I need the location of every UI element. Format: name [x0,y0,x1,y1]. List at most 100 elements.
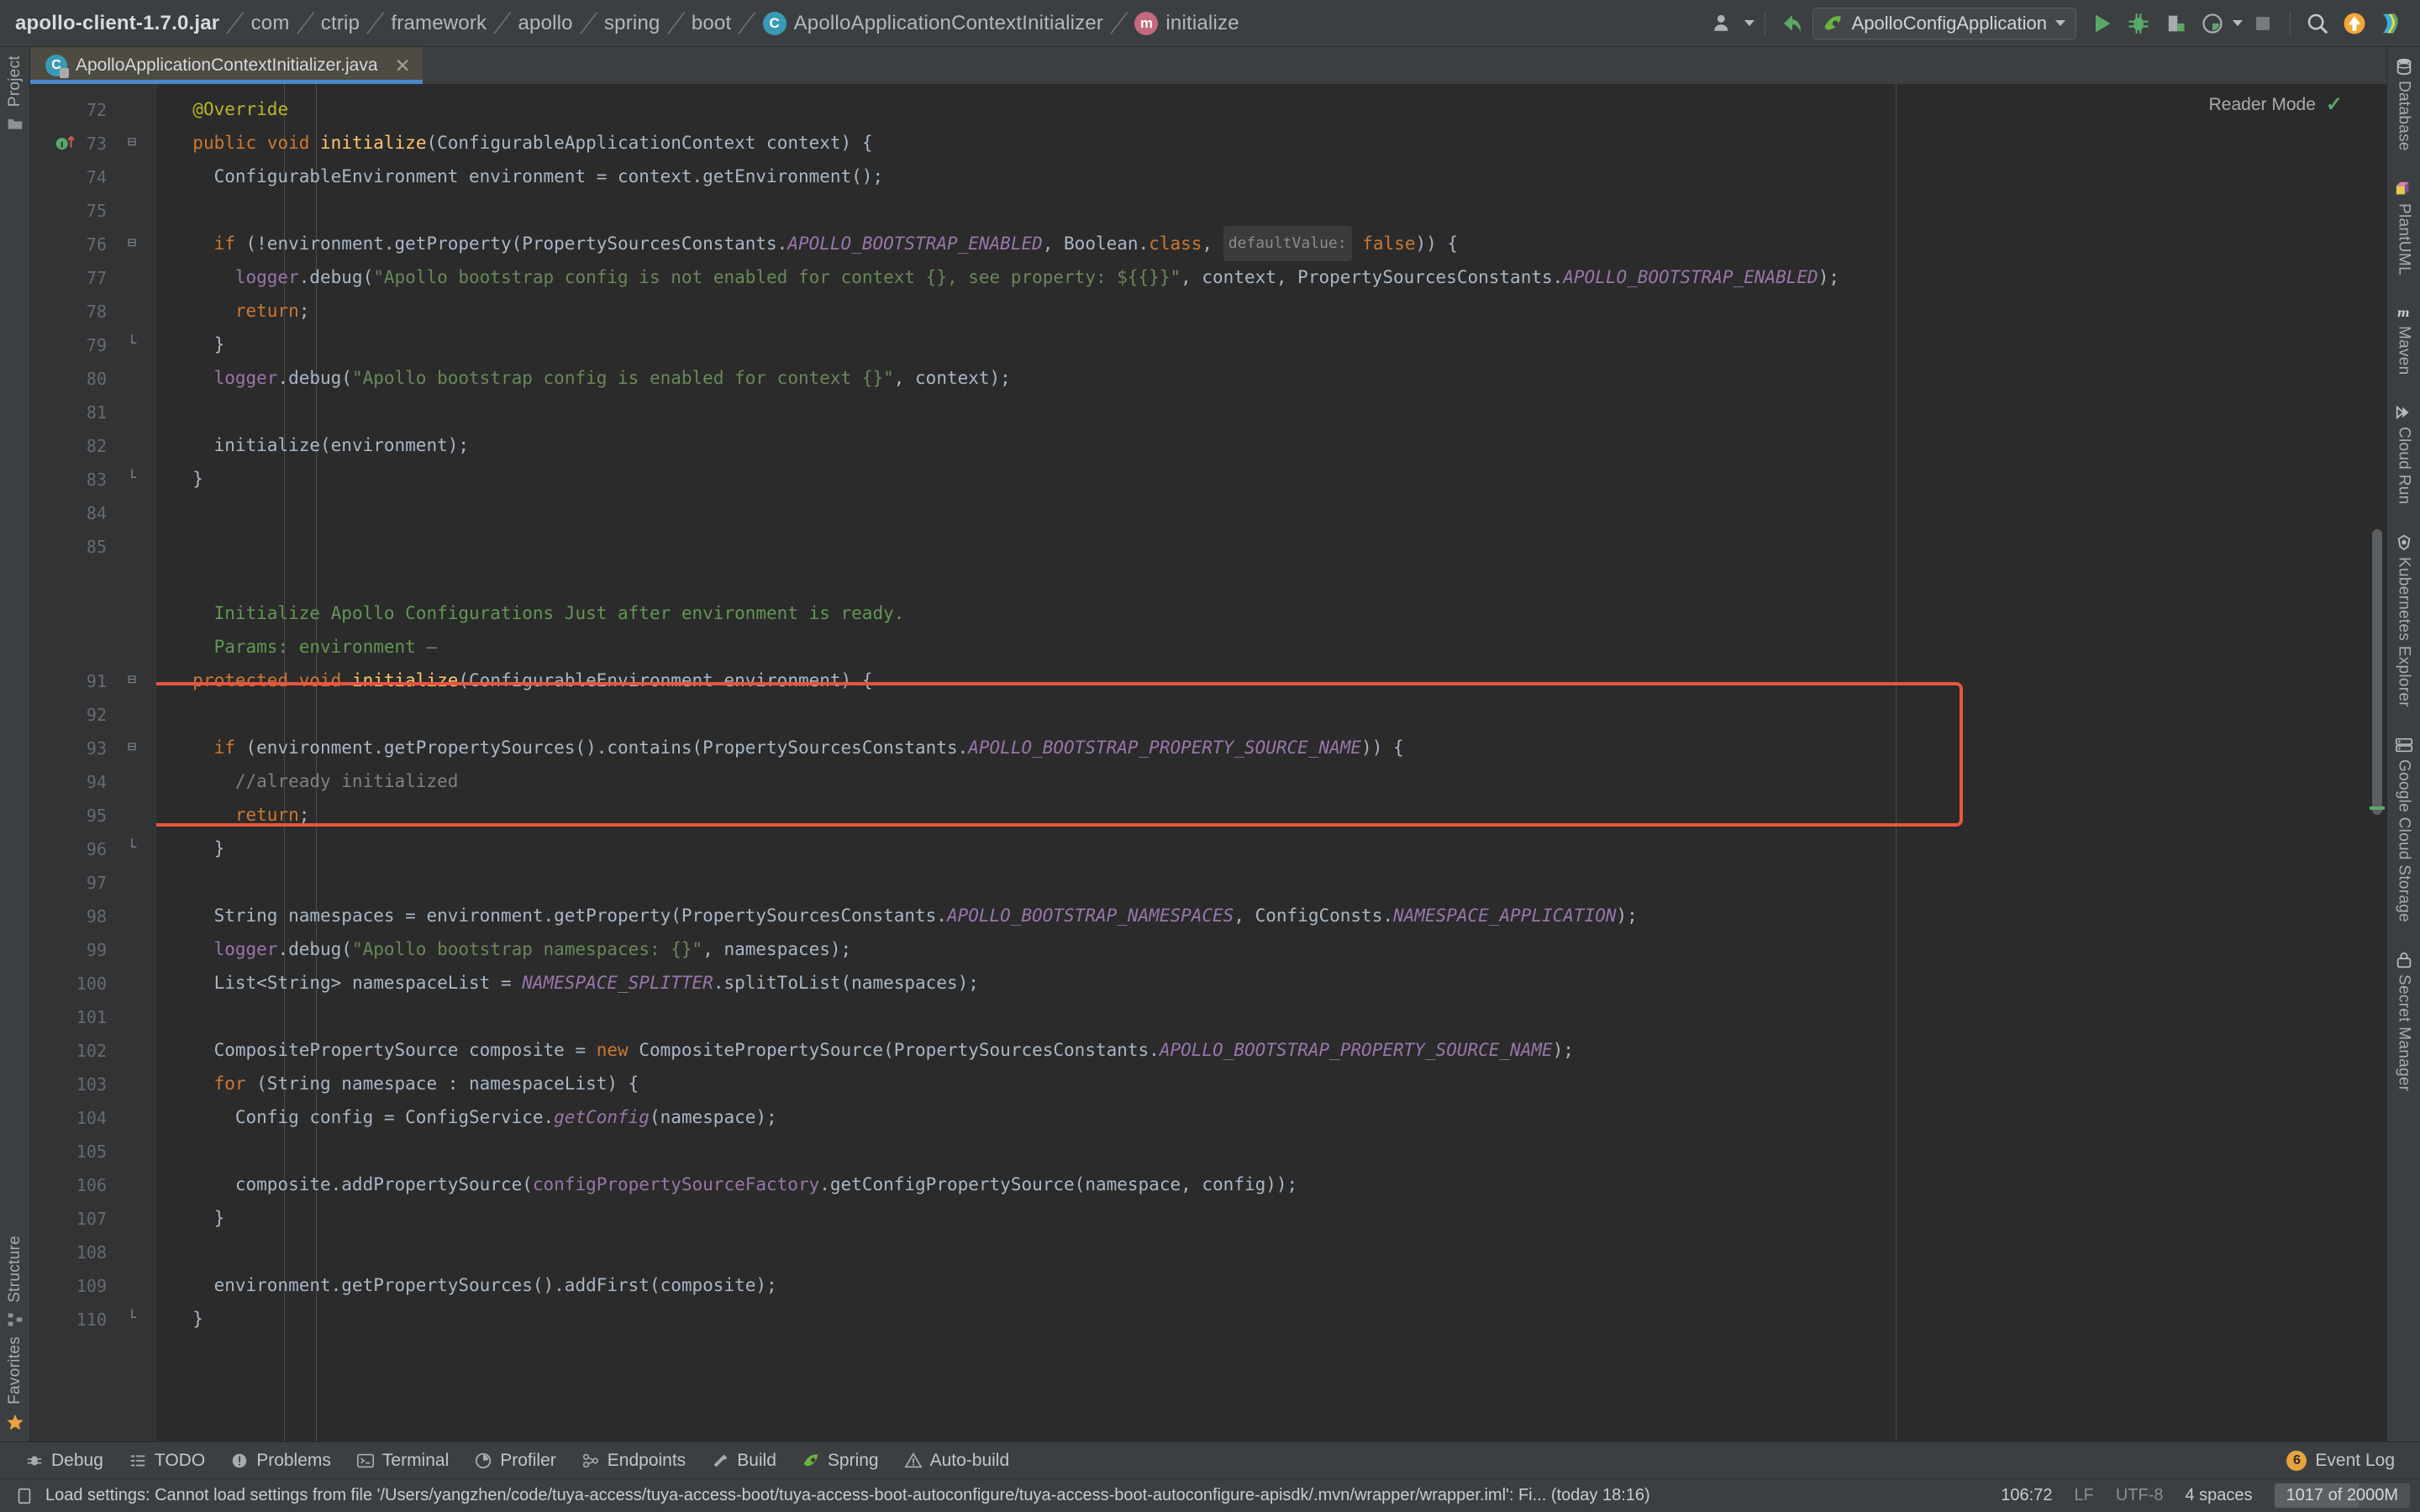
code-line[interactable]: String namespaces = environment.getPrope… [171,899,2386,932]
reader-mode-indicator[interactable]: Reader Mode ✓ [2209,92,2343,117]
star-icon[interactable] [6,1413,24,1431]
breadcrumb-item-framework[interactable]: framework [391,12,487,35]
tool-window-problems[interactable]: Problems [220,1447,341,1474]
tool-window-todo[interactable]: TODO [118,1447,215,1474]
marker-warning[interactable] [2370,806,2385,810]
line-separator[interactable]: LF [2074,1486,2093,1505]
code-line[interactable] [171,1235,2386,1268]
sidebar-item-structure[interactable]: Structure [6,1236,24,1303]
code-surface[interactable]: @Override public void initialize (Configu… [156,84,2386,1441]
code-text[interactable]: @Override public void initialize (Configu… [156,84,2386,1336]
sidebar-item-plantuml[interactable]: PlantUML [2395,180,2413,276]
code-line[interactable]: List<String> namespaceList = NAMESPACE_S… [171,966,2386,1000]
code-line[interactable]: @Override [171,92,2386,126]
code-line[interactable]: CompositePropertySource composite = new … [171,1033,2386,1067]
account-chevron-down-icon[interactable] [1744,20,1754,26]
fold-collapse-icon[interactable]: ⊟ [122,234,142,251]
code-line[interactable] [171,395,2386,428]
code-line[interactable]: Params: environment – [171,630,2386,664]
coverage-icon[interactable] [2159,7,2192,40]
code-line[interactable]: } [171,1201,2386,1235]
code-line[interactable] [171,193,2386,227]
sidebar-item-gcs[interactable]: Google Cloud Storage [2395,736,2413,922]
code-line[interactable]: //already initialized [171,764,2386,798]
file-encoding[interactable]: UTF-8 [2116,1486,2164,1505]
tool-window-terminal[interactable]: Terminal [346,1447,459,1474]
project-icon[interactable] [7,115,24,132]
code-line[interactable]: } [171,462,2386,496]
fold-collapse-icon[interactable]: ⊟ [122,738,142,755]
debug-icon[interactable] [2122,7,2155,40]
fold-end-icon[interactable]: └ [122,470,142,486]
editor-gutter[interactable]: 72 73 ⊟ I 74 75 76 ⊟ 77 78 79 └ 80 81 82 83 └ 84 85 91 ⊟ 92 93… [30,84,156,1441]
code-line[interactable]: public void initialize (ConfigurableAppli… [171,126,2386,160]
plugin-icon[interactable] [2375,7,2408,40]
sidebar-item-maven[interactable]: m Maven [2395,304,2413,375]
fold-end-icon[interactable]: └ [122,839,142,856]
code-line[interactable]: if (environment.getPropertySources().con… [171,731,2386,764]
tool-window-event-log[interactable]: Event Log [2315,1447,2405,1474]
sidebar-item-cloud-run[interactable]: Cloud Run [2395,403,2413,505]
profiler-chevron-down-icon[interactable] [2233,20,2243,26]
indent-setting[interactable]: 4 spaces [2186,1486,2253,1505]
sidebar-item-favorites[interactable]: Favorites [6,1336,24,1404]
run-icon[interactable] [2085,7,2118,40]
breadcrumb-item-initialize[interactable]: m initialize [1134,11,1239,35]
tool-window-endpoints[interactable]: Endpoints [571,1447,696,1474]
code-line[interactable]: logger .debug("Apollo bootstrap config is… [171,361,2386,395]
run-configuration-chevron-down-icon[interactable] [2055,20,2065,26]
sidebar-item-database[interactable]: Database [2395,57,2413,151]
code-line[interactable]: for (String namespace : namespaceList) { [171,1067,2386,1100]
search-icon[interactable] [2301,7,2334,40]
code-line[interactable]: return; [171,798,2386,832]
breadcrumb-item-boot[interactable]: boot [692,12,732,35]
close-icon[interactable]: ✕ [395,55,411,76]
code-line[interactable]: logger .debug("Apollo bootstrap config is… [171,260,2386,294]
tool-window-debug[interactable]: Debug [15,1447,113,1474]
notification-icon[interactable] [15,1487,34,1505]
code-line[interactable]: protected void initialize (ConfigurableEn… [171,664,2386,697]
code-line[interactable]: } [171,1302,2386,1336]
code-line[interactable]: Initialize Apollo Configurations Just af… [171,596,2386,630]
status-message[interactable]: Load settings: Cannot load settings from… [45,1486,1650,1505]
code-line[interactable]: composite.addPropertySource(configProper… [171,1168,2386,1201]
breadcrumb-item-apollo[interactable]: apollo [518,12,572,35]
editor-tab[interactable]: C ApolloApplicationContextInitializer.ja… [30,47,423,84]
breadcrumb-item-spring[interactable]: spring [604,12,660,35]
code-line[interactable] [171,496,2386,529]
tool-window-auto-build[interactable]: Auto-build [894,1447,1020,1474]
sidebar-item-kubernetes[interactable]: Kubernetes Explorer [2395,533,2413,707]
account-icon[interactable] [1707,7,1741,40]
profiler-icon[interactable] [2196,7,2229,40]
code-line[interactable]: } [171,832,2386,865]
code-line[interactable]: initialize(environment); [171,428,2386,462]
code-line[interactable] [171,529,2386,563]
structure-icon[interactable] [7,1311,24,1328]
update-icon[interactable] [2338,7,2371,40]
code-line[interactable] [171,1134,2386,1168]
breadcrumb-item-apolloapplicationcontextinitializer[interactable]: C ApolloApplicationContextInitializer [762,11,1104,35]
code-line[interactable]: if (!environment.getProperty(PropertySou… [171,226,2386,261]
memory-indicator[interactable]: 1017 of 2000M [2274,1483,2410,1508]
code-line[interactable]: return; [171,294,2386,328]
vcs-update-icon[interactable] [1776,7,1809,40]
run-method-gutter-icon[interactable]: I [54,131,76,153]
breadcrumb-item-ctrip[interactable]: ctrip [321,12,360,35]
code-line[interactable]: environment.getPropertySources().addFirs… [171,1268,2386,1302]
breadcrumb-item-com[interactable]: com [251,12,290,35]
fold-end-icon[interactable]: └ [122,335,142,352]
run-configuration-selector[interactable]: ApolloConfigApplication [1812,7,2076,39]
code-line[interactable] [171,563,2386,596]
code-line[interactable] [171,697,2386,731]
editor-scrollbar[interactable] [2368,84,2386,1441]
code-line[interactable]: logger .debug("Apollo bootstrap namespace… [171,932,2386,966]
scrollbar-thumb[interactable] [2372,529,2382,815]
code-line[interactable]: } [171,328,2386,361]
tool-window-profiler[interactable]: Profiler [464,1447,566,1474]
tool-window-spring[interactable]: Spring [792,1447,889,1474]
breadcrumb-item-apollo-client-1-7-0-jar[interactable]: apollo-client-1.7.0.jar [15,12,219,35]
code-editor[interactable]: 72 73 ⊟ I 74 75 76 ⊟ 77 78 79 └ 80 81 82 83 └ 84 85 91 ⊟ 92 93… [30,84,2386,1441]
code-line[interactable]: Config config = ConfigService. getConfig(… [171,1100,2386,1134]
code-line[interactable]: ConfigurableEnvironment environment = co… [171,160,2386,193]
caret-position[interactable]: 106:72 [2001,1486,2052,1505]
